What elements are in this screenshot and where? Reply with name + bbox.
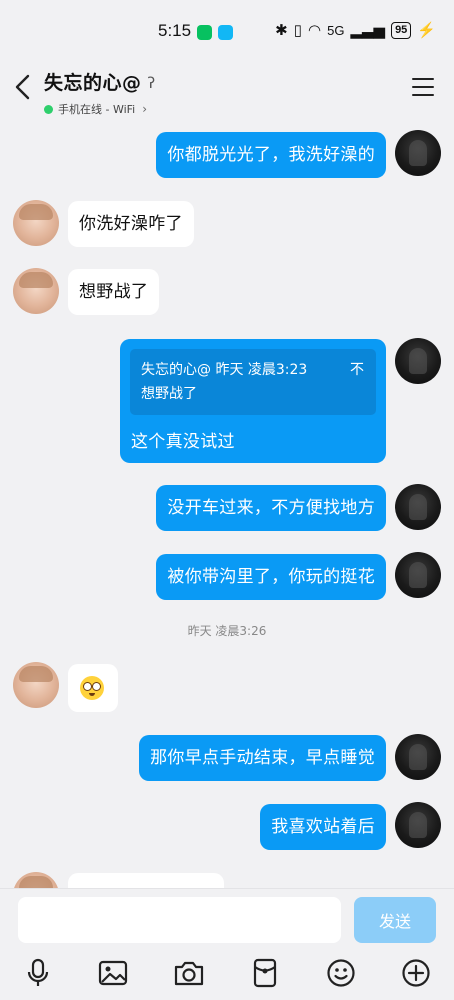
- message-row: 你都脱光光了，我洗好澡的: [0, 130, 454, 180]
- emoji-message-bubble[interactable]: [68, 664, 118, 712]
- peer-avatar[interactable]: [13, 872, 59, 888]
- network-type: 5G: [327, 23, 345, 38]
- quoted-message[interactable]: 失忘的心@ 昨天 凌晨3:23 不 想野战了: [130, 349, 376, 415]
- emoji-button[interactable]: [323, 955, 359, 991]
- self-avatar[interactable]: [395, 484, 441, 530]
- bluetooth-icon: ✱: [275, 22, 288, 39]
- message-row: 没开车过来，不方便找地方: [0, 484, 454, 534]
- send-button[interactable]: 发送: [354, 897, 436, 943]
- quote-reply-bubble[interactable]: 失忘的心@ 昨天 凌晨3:23 不 想野战了 这个真没试过: [120, 339, 386, 463]
- message-row: 你洗好澡咋了: [0, 200, 454, 250]
- vibrate-icon: ▯: [293, 22, 303, 39]
- message-bubble-self[interactable]: 没开车过来，不方便找地方: [156, 485, 386, 531]
- qq-notification-icon: [218, 25, 233, 40]
- emoji-eye: [92, 682, 101, 691]
- back-button[interactable]: [10, 70, 38, 104]
- charging-icon: ⚡: [417, 22, 436, 39]
- signal-icon: ▂▃▅: [350, 22, 386, 39]
- self-avatar[interactable]: [395, 802, 441, 848]
- chat-title: 失忘的心@: [44, 72, 142, 94]
- self-avatar[interactable]: [395, 734, 441, 780]
- more-button[interactable]: [398, 955, 434, 991]
- message-bubble-self[interactable]: 我喜欢站着后: [260, 804, 386, 850]
- message-bubble-self[interactable]: 被你带沟里了，你玩的挺花: [156, 554, 386, 600]
- menu-line: [412, 94, 434, 96]
- image-icon: [98, 960, 128, 986]
- message-bubble-self[interactable]: 你都脱光光了，我洗好澡的: [156, 132, 386, 178]
- self-avatar[interactable]: [395, 338, 441, 384]
- message-bubble-peer-partial[interactable]: [68, 873, 224, 888]
- peer-avatar[interactable]: [13, 662, 59, 708]
- wifi-icon: ◠: [308, 22, 322, 39]
- emoji-icon: [327, 959, 355, 987]
- microphone-icon: [27, 958, 49, 986]
- message-row: 失忘的心@ 昨天 凌晨3:23 不 想野战了 这个真没试过: [0, 338, 454, 464]
- online-dot: [44, 104, 53, 114]
- message-bubble-self[interactable]: 那你早点手动结束，早点睡觉: [139, 735, 386, 781]
- battery-level: 95: [391, 22, 412, 39]
- status-indicators: ✱ ▯ ◠ 5G ▂▃▅ 95 ⚡: [275, 22, 436, 39]
- menu-line: [412, 86, 434, 88]
- message-row: 那你早点手动结束，早点睡觉: [0, 734, 454, 784]
- message-input[interactable]: [18, 897, 341, 943]
- chevron-left-icon: [15, 74, 30, 100]
- peer-avatar[interactable]: [13, 200, 59, 246]
- status-bar: 5:15 ✱ ▯ ◠ 5G ▂▃▅ 95 ⚡: [0, 0, 454, 64]
- message-row: 被你带沟里了，你玩的挺花: [0, 552, 454, 602]
- camera-button[interactable]: [171, 955, 207, 991]
- camera-icon: [174, 961, 204, 986]
- input-toolbar: [0, 955, 454, 991]
- reply-text: 这个真没试过: [131, 432, 235, 452]
- chat-title-area[interactable]: 失忘的心@ ʔ 手机在线 - WiFi ›: [44, 68, 155, 117]
- plus-icon: [402, 959, 430, 987]
- quoted-message-header: 失忘的心@ 昨天 凌晨3:23: [141, 362, 308, 378]
- input-area: 发送: [0, 888, 454, 1000]
- message-row: [0, 662, 454, 714]
- message-bubble-peer[interactable]: 你洗好澡咋了: [68, 201, 194, 247]
- chat-message-list[interactable]: 你都脱光光了，我洗好澡的 你洗好澡咋了 想野战了 失忘的心@ 昨天 凌晨3:23…: [0, 114, 454, 888]
- voice-button[interactable]: [20, 955, 56, 991]
- message-row: 我喜欢站着后: [0, 802, 454, 852]
- wechat-notification-icon: [197, 25, 212, 40]
- message-bubble-peer[interactable]: 想野战了: [68, 269, 160, 315]
- chat-header: 失忘的心@ ʔ 手机在线 - WiFi ›: [0, 64, 454, 117]
- quoted-message-body: 想野战了: [141, 386, 197, 402]
- red-packet-button[interactable]: [247, 955, 283, 991]
- self-avatar[interactable]: [395, 552, 441, 598]
- status-time: 5:15: [158, 21, 192, 40]
- quoted-message-tail: 不: [350, 362, 364, 378]
- peer-avatar[interactable]: [13, 268, 59, 314]
- ear-mode-icon: ʔ: [147, 74, 156, 92]
- pleading-face-emoji-icon: [80, 676, 104, 700]
- menu-button[interactable]: [412, 78, 434, 96]
- self-avatar[interactable]: [395, 130, 441, 176]
- message-row-partial: [0, 872, 454, 888]
- message-timestamp: 昨天 凌晨3:26: [187, 624, 267, 638]
- emoji-mouth: [89, 693, 95, 696]
- red-packet-icon: [253, 958, 277, 988]
- menu-line: [412, 78, 434, 80]
- message-row: 想野战了: [0, 268, 454, 318]
- image-button[interactable]: [95, 955, 131, 991]
- emoji-eye: [83, 682, 92, 691]
